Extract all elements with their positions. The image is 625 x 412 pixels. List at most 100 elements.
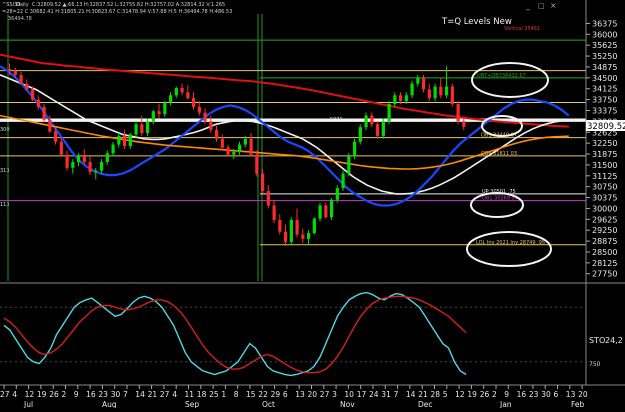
sto-value: 24,2 bbox=[605, 336, 623, 345]
x-tick-label: 23 bbox=[98, 390, 108, 399]
candle-body bbox=[77, 156, 81, 163]
x-tick-label: 7 bbox=[394, 390, 399, 399]
candle-body bbox=[220, 138, 224, 148]
candle-body bbox=[330, 199, 334, 218]
x-tick-label: 30 bbox=[541, 390, 551, 399]
candle-body bbox=[433, 86, 437, 99]
y-tick-label: 32250 bbox=[592, 139, 617, 148]
y-tick-label: 30375 bbox=[592, 194, 617, 203]
maximize-button[interactable]: □ bbox=[538, 2, 545, 10]
x-tick-label: 4 bbox=[172, 390, 177, 399]
sto-tick-750: 750 bbox=[589, 361, 601, 368]
close-button[interactable]: × bbox=[550, 1, 557, 10]
candle-body bbox=[215, 130, 219, 139]
y-tick-label: 28125 bbox=[592, 259, 617, 268]
candle-body bbox=[335, 188, 339, 200]
candle-body bbox=[128, 134, 132, 147]
month-label: Feb bbox=[571, 400, 585, 408]
candle-body bbox=[36, 99, 40, 107]
x-tick-label: 24 bbox=[369, 390, 379, 399]
candle-body bbox=[25, 83, 29, 90]
candle-body bbox=[462, 121, 466, 127]
ohlc-readout-2: =28=22 C 30682.41 H:31805.21 H:30823.67 … bbox=[2, 9, 232, 15]
candle-body bbox=[123, 135, 127, 147]
levels-title: T=Q Levels New bbox=[441, 17, 512, 27]
x-tick-label: 12 bbox=[455, 390, 465, 399]
candle-body bbox=[364, 115, 368, 128]
x-tick-label: 25 bbox=[209, 390, 219, 399]
vertical-label: Vertical 35461 bbox=[504, 26, 540, 32]
candle-body bbox=[238, 144, 242, 152]
candle-body bbox=[31, 89, 35, 100]
candle-body bbox=[450, 86, 454, 104]
x-tick-label: 20 bbox=[308, 390, 318, 399]
candle-body bbox=[301, 234, 305, 239]
x-tick-label: 19 bbox=[37, 390, 47, 399]
candle-body bbox=[100, 162, 104, 171]
candle-body bbox=[312, 218, 316, 234]
y-tick-label: 28875 bbox=[592, 237, 617, 246]
candle-body bbox=[284, 231, 288, 242]
candle-body bbox=[71, 162, 75, 168]
month-label: Nov bbox=[340, 400, 355, 408]
candle-body bbox=[422, 77, 426, 90]
ohlc-readout: C:32809.52 ▲:66.13 H:32837.52 L:32755.82… bbox=[32, 2, 225, 8]
x-tick-label: 14 bbox=[406, 390, 416, 399]
candle-body bbox=[140, 124, 144, 133]
candle-body bbox=[163, 102, 167, 115]
candle-body bbox=[376, 124, 380, 136]
y-tick-label: 33750 bbox=[592, 96, 617, 105]
month-label: Dec bbox=[418, 400, 433, 408]
x-tick-label: 21 bbox=[418, 390, 428, 399]
y-tick-label: 35250 bbox=[592, 52, 617, 61]
x-tick-label: 18 bbox=[197, 390, 207, 399]
x-tick-label: 2 bbox=[492, 390, 497, 399]
y-tick-label: 29625 bbox=[592, 215, 617, 224]
candle-body bbox=[399, 95, 403, 102]
y-tick-label: 36000 bbox=[592, 30, 617, 39]
candle-body bbox=[65, 154, 69, 168]
x-tick-label: 9 bbox=[504, 390, 509, 399]
x-tick-label: 30 bbox=[111, 390, 121, 399]
x-tick-label: 6 bbox=[554, 390, 559, 399]
candle-body bbox=[151, 111, 155, 122]
x-tick-label: 13 bbox=[566, 390, 576, 399]
month-label: Oct bbox=[262, 400, 275, 408]
y-tick-label: 27750 bbox=[592, 270, 617, 279]
candle-body bbox=[186, 92, 190, 99]
y-tick-label: 29250 bbox=[592, 226, 617, 235]
y-tick-label: 30000 bbox=[592, 204, 617, 213]
x-tick-label: 1 bbox=[221, 390, 226, 399]
candle-body bbox=[445, 86, 449, 96]
candle-body bbox=[381, 121, 385, 136]
candle-body bbox=[192, 98, 196, 107]
x-tick-label: 10 bbox=[344, 390, 354, 399]
last-price-label: 32809.52 bbox=[587, 122, 625, 132]
candle-body bbox=[169, 95, 173, 103]
candle-body bbox=[226, 147, 230, 155]
candle-body bbox=[249, 138, 253, 155]
x-tick-label: 7 bbox=[123, 390, 128, 399]
x-tick-label: 26 bbox=[49, 390, 59, 399]
candle-body bbox=[146, 121, 150, 133]
y-tick-label: 31500 bbox=[592, 161, 617, 170]
candle-body bbox=[393, 95, 397, 104]
candle-body bbox=[427, 89, 431, 99]
candle-body bbox=[307, 233, 311, 239]
candle-body bbox=[261, 173, 265, 192]
x-tick-label: 23 bbox=[529, 390, 539, 399]
y-tick-label: 35625 bbox=[592, 41, 617, 50]
candle-body bbox=[48, 119, 52, 132]
candlestick-chart: ^SSI30 Daily C:32809.52 ▲:66.13 H:32837.… bbox=[0, 0, 625, 409]
candle-body bbox=[266, 191, 270, 206]
period-label: Daily bbox=[16, 2, 29, 8]
chart-background bbox=[0, 0, 625, 408]
y-tick-label: 30750 bbox=[592, 183, 617, 192]
x-tick-label: 3 bbox=[332, 390, 337, 399]
candle-body bbox=[180, 88, 184, 93]
candle-body bbox=[439, 86, 443, 96]
month-label: Jan bbox=[499, 400, 512, 408]
candle-body bbox=[347, 156, 351, 174]
x-tick-label: 11 bbox=[185, 390, 195, 399]
candle-body bbox=[105, 153, 109, 163]
